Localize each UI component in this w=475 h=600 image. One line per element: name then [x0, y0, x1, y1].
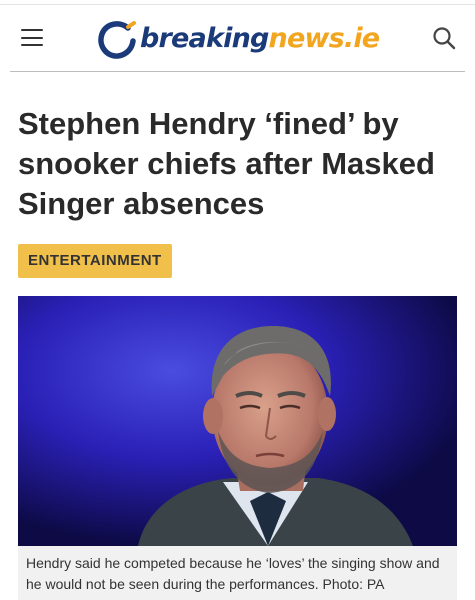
- search-icon[interactable]: [432, 26, 456, 50]
- article-page: breakingnews.ie Stephen Hendry ‘fined’ b…: [0, 0, 475, 600]
- logo-text-news: news.ie: [268, 23, 381, 54]
- site-header: breakingnews.ie: [10, 6, 465, 72]
- article-photo[interactable]: [18, 296, 457, 546]
- category-tag[interactable]: ENTERTAINMENT: [18, 244, 172, 278]
- article-headline: Stephen Hendry ‘fined’ by snooker chiefs…: [18, 106, 435, 221]
- logo-wordmark: breakingnews.ie: [140, 22, 381, 56]
- top-divider: [0, 4, 475, 5]
- breakingnews-logo-mark: [98, 21, 136, 59]
- photo-portrait: [18, 296, 457, 546]
- hamburger-menu-icon[interactable]: [21, 28, 43, 48]
- photo-caption: Hendry said he competed because he ‘love…: [18, 546, 457, 600]
- site-logo[interactable]: breakingnews.ie: [98, 20, 398, 60]
- logo-text-breaking: breaking: [140, 23, 269, 54]
